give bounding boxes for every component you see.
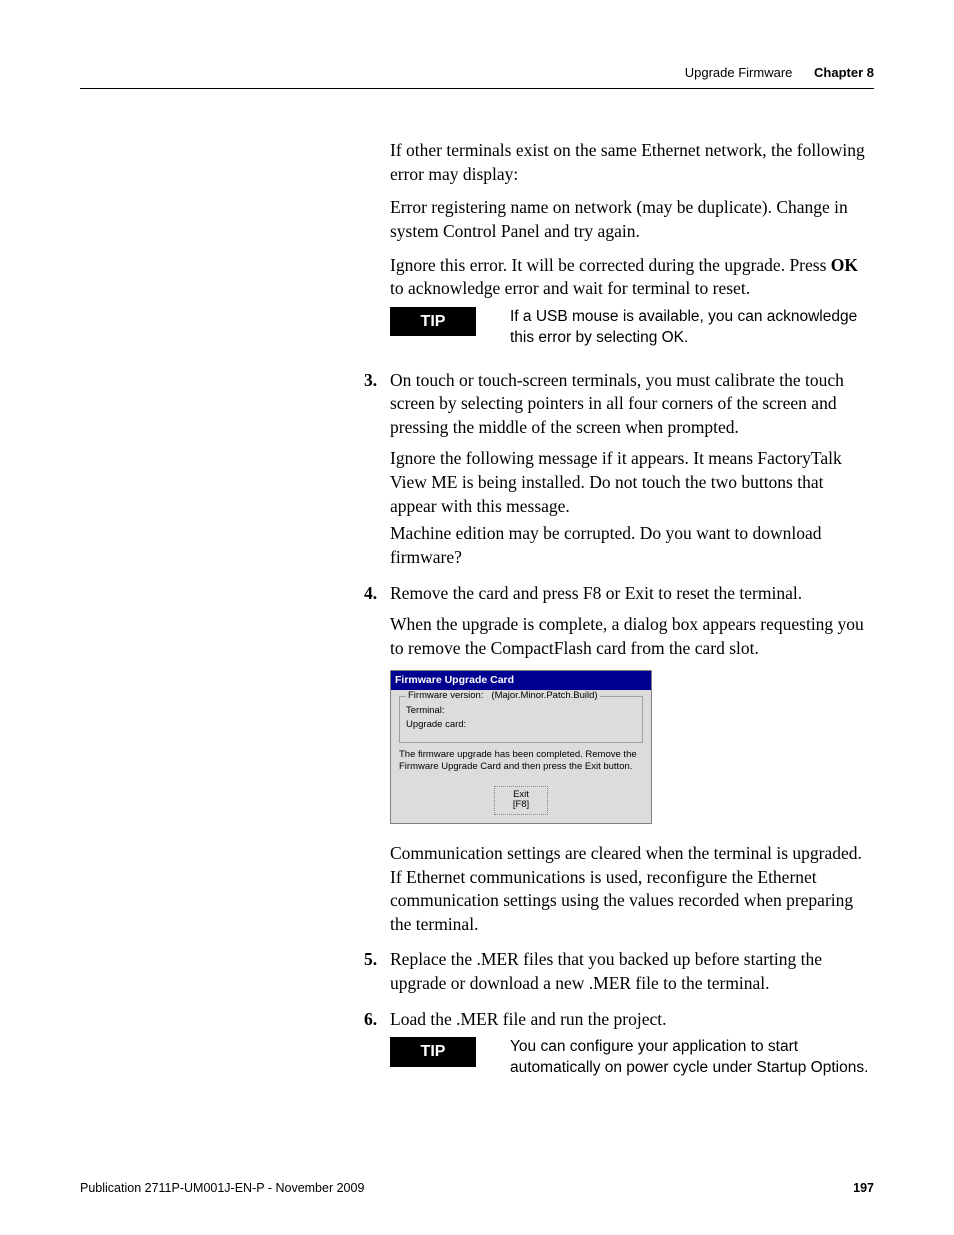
tip-block-2: TIP You can configure your application t… [390, 1037, 874, 1079]
step-4-lead: Remove the card and press F8 or Exit to … [390, 583, 802, 603]
terminal-label: Terminal: [406, 705, 484, 718]
step-5-lead: Replace the .MER files that you backed u… [390, 949, 822, 993]
step-4-body-1: When the upgrade is complete, a dialog b… [390, 613, 874, 660]
steps-list: On touch or touch-screen terminals, you … [390, 369, 874, 1080]
dialog-group-legend: Firmware version: (Major.Minor.Patch.Bui… [406, 690, 600, 703]
exit-button[interactable]: Exit [F8] [494, 786, 548, 815]
intro-p3-a: Ignore this error. It will be corrected … [390, 255, 831, 275]
dialog-title-bar: Firmware Upgrade Card [391, 671, 651, 689]
intro-paragraph-3: Ignore this error. It will be corrected … [390, 254, 874, 301]
page-header: Upgrade Firmware Chapter 8 [80, 65, 874, 80]
step-6: Load the .MER file and run the project. … [390, 1008, 874, 1079]
page-footer: Publication 2711P-UM001J-EN-P - November… [80, 1181, 874, 1195]
tip-badge: TIP [390, 307, 476, 337]
ok-bold: OK [831, 255, 858, 275]
step-6-lead: Load the .MER file and run the project. [390, 1009, 667, 1029]
tip-text-1: If a USB mouse is available, you can ack… [510, 307, 874, 349]
legend-right: (Major.Minor.Patch.Build) [491, 690, 597, 701]
exit-button-line2: [F8] [513, 799, 529, 810]
dialog-message: The firmware upgrade has been completed.… [399, 749, 643, 772]
upgrade-card-label: Upgrade card: [406, 719, 484, 732]
header-section: Upgrade Firmware [685, 65, 793, 80]
dialog-version-group: Firmware version: (Major.Minor.Patch.Bui… [399, 696, 643, 744]
tip-badge-2: TIP [390, 1037, 476, 1067]
step-4: Remove the card and press F8 or Exit to … [390, 582, 874, 937]
dialog-row-terminal: Terminal: [406, 705, 636, 718]
main-content: If other terminals exist on the same Eth… [390, 139, 874, 1079]
publication-id: Publication 2711P-UM001J-EN-P - November… [80, 1181, 364, 1195]
error-message-text: Error registering name on network (may b… [390, 196, 874, 243]
exit-button-line1: Exit [513, 789, 529, 800]
tip-block-1: TIP If a USB mouse is available, you can… [390, 307, 874, 349]
step-3: On touch or touch-screen terminals, you … [390, 369, 874, 570]
tip-text-2: You can configure your application to st… [510, 1037, 874, 1079]
step-3-body-1: Ignore the following message if it appea… [390, 447, 874, 518]
firmware-upgrade-dialog: Firmware Upgrade Card Firmware version: … [390, 670, 652, 823]
step-4-after: Communication settings are cleared when … [390, 842, 874, 937]
dialog-button-area: Exit [F8] [399, 786, 643, 815]
intro-p3-b: to acknowledge error and wait for termin… [390, 278, 750, 298]
header-chapter: Chapter 8 [814, 65, 874, 80]
step-3-body-2: Machine edition may be corrupted. Do you… [390, 522, 874, 569]
page-number: 197 [853, 1181, 874, 1195]
dialog-row-card: Upgrade card: [406, 719, 636, 732]
step-3-lead: On touch or touch-screen terminals, you … [390, 370, 844, 437]
dialog-body: Firmware version: (Major.Minor.Patch.Bui… [391, 690, 651, 823]
intro-paragraph-1: If other terminals exist on the same Eth… [390, 139, 874, 186]
header-rule [80, 88, 874, 89]
step-5: Replace the .MER files that you backed u… [390, 948, 874, 995]
legend-left: Firmware version: [408, 690, 484, 701]
